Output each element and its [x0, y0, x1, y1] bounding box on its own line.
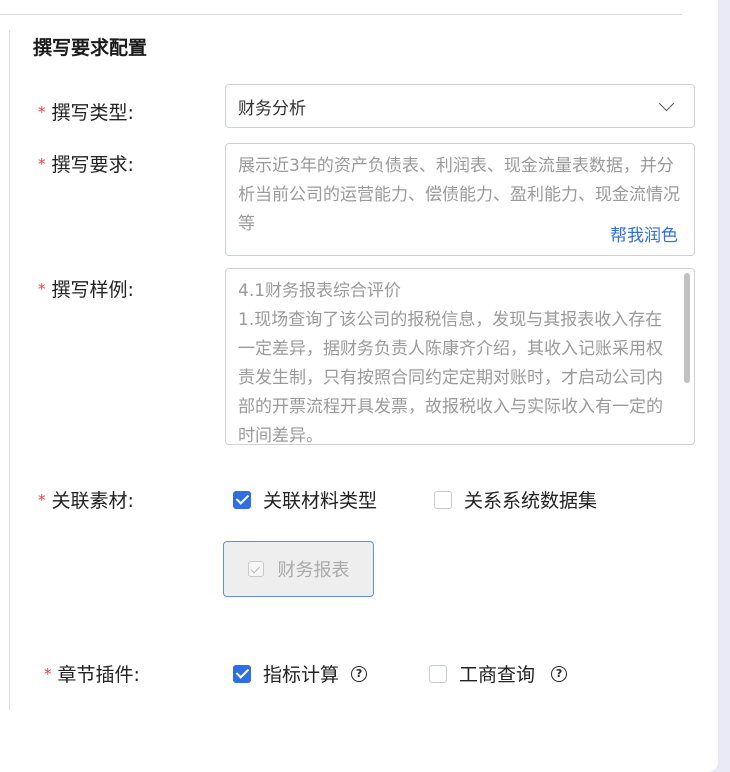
chevron-down-icon: [658, 95, 675, 112]
left-divider: [9, 30, 10, 710]
checkbox-checked-icon[interactable]: [233, 664, 251, 683]
checkbox-unchecked-icon[interactable]: [434, 490, 452, 509]
checkbox-unchecked-icon[interactable]: [429, 664, 447, 683]
help-icon[interactable]: ?: [351, 665, 368, 682]
material-type-checkbox[interactable]: 关联材料类型: [233, 486, 377, 513]
top-divider: [0, 14, 682, 15]
financial-report-tag[interactable]: 财务报表: [223, 541, 374, 597]
required-mark: *: [38, 103, 46, 121]
example-label: * 撰写样例:: [38, 279, 134, 301]
requirement-textarea[interactable]: 展示近3年的资产负债表、利润表、现金流量表数据，并分析当前公司的运营能力、偿债能…: [225, 143, 695, 256]
required-mark: *: [38, 491, 46, 509]
polish-button[interactable]: 帮我润色: [610, 225, 678, 247]
checkbox-disabled-icon: [247, 561, 264, 577]
example-textarea[interactable]: 4.1财务报表综合评价 1.现场查询了该公司的报税信息，发现与其报表收入存在一定…: [225, 268, 695, 445]
business-query-checkbox[interactable]: 工商查询 ?: [429, 660, 568, 687]
type-select-value: 财务分析: [238, 98, 306, 119]
type-label: * 撰写类型:: [38, 102, 134, 124]
requirement-label: * 撰写要求:: [38, 154, 134, 176]
type-select[interactable]: 财务分析: [225, 84, 695, 128]
system-dataset-checkbox[interactable]: 关系系统数据集: [434, 486, 597, 513]
help-icon[interactable]: ?: [551, 665, 568, 682]
config-panel: 撰写要求配置 * 撰写类型: 财务分析 * 撰写要求: 展示近3年的资产负债表、利润…: [0, 0, 718, 772]
section-title: 撰写要求配置: [33, 37, 148, 59]
example-line-2: 1.现场查询了该公司的报税信息，发现与其报表收入存在一定差异，据财务负责人陈康齐…: [238, 310, 663, 445]
indicator-calc-checkbox[interactable]: 指标计算 ?: [233, 660, 368, 687]
example-line-1: 4.1财务报表综合评价: [238, 281, 402, 301]
textarea-scrollbar[interactable]: [684, 273, 690, 383]
materials-label: * 关联素材:: [38, 490, 134, 512]
required-mark: *: [38, 155, 46, 173]
checkbox-checked-icon[interactable]: [233, 490, 251, 509]
plugins-label: * 章节插件:: [44, 664, 140, 686]
required-mark: *: [38, 280, 46, 298]
required-mark: *: [44, 665, 52, 683]
